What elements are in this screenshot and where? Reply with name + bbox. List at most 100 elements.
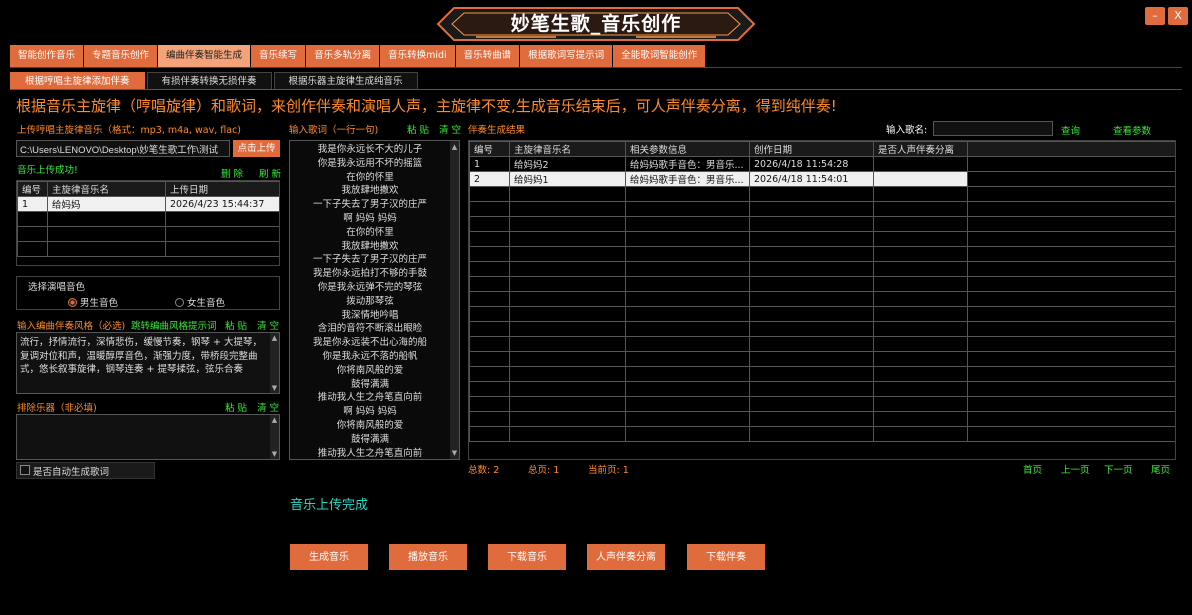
- lyrics-line: 推动我人生之舟笔直向前: [317, 447, 423, 459]
- prev-page-button[interactable]: 上一页: [1061, 462, 1090, 476]
- table-cell: [749, 261, 874, 277]
- table-cell: [873, 336, 968, 352]
- scroll-down-icon[interactable]: ▼: [450, 449, 459, 457]
- table-row[interactable]: [469, 261, 1175, 277]
- table-row[interactable]: [17, 211, 279, 227]
- table-cell: [873, 396, 968, 412]
- table-cell: 2026/4/23 15:44:37: [165, 196, 279, 212]
- query-button[interactable]: 查询: [1061, 123, 1080, 137]
- subtab-lossless[interactable]: 有损伴奏转换无损伴奏: [146, 72, 272, 90]
- table-row[interactable]: [469, 276, 1175, 292]
- song-name-input[interactable]: [933, 121, 1053, 136]
- upload-path-input[interactable]: [16, 140, 230, 157]
- table-cell: [873, 366, 968, 382]
- table-cell: [509, 231, 626, 247]
- tab-arrangement[interactable]: 编曲伴奏智能生成: [158, 45, 251, 67]
- play-music-button[interactable]: 播放音乐: [389, 544, 467, 570]
- table-row[interactable]: [17, 226, 279, 242]
- table-row[interactable]: [469, 246, 1175, 262]
- upload-button[interactable]: 点击上传: [233, 140, 280, 157]
- table-row[interactable]: [17, 241, 279, 257]
- table-cell: 1: [469, 156, 510, 172]
- table-cell: [625, 291, 750, 307]
- table-row[interactable]: [469, 351, 1175, 367]
- table-row[interactable]: [469, 231, 1175, 247]
- tab-midi[interactable]: 音乐转换midi: [380, 45, 455, 67]
- delete-button[interactable]: 删 除: [221, 166, 243, 180]
- tab-prompt[interactable]: 根据歌词写提示词: [520, 45, 613, 67]
- table-cell: [967, 276, 1175, 292]
- table-row[interactable]: [469, 366, 1175, 382]
- vocal-separation-button[interactable]: 人声伴奏分离: [587, 544, 665, 570]
- table-cell: [469, 381, 510, 397]
- table-row[interactable]: [469, 381, 1175, 397]
- tab-topic-create[interactable]: 专题音乐创作: [84, 45, 158, 67]
- table-cell: 给妈妈2: [509, 156, 626, 172]
- table-cell: [625, 261, 750, 277]
- table-cell: [625, 201, 750, 217]
- table-cell: [625, 186, 750, 202]
- scroll-down-icon[interactable]: ▼: [270, 450, 279, 458]
- tab-score[interactable]: 音乐转曲谱: [455, 45, 520, 67]
- lyrics-textarea[interactable]: 我是你永远长不大的儿子 你是我永远用不坏的摇篮 在你的怀里 我放肆地撒欢 一下子失去了男…: [289, 140, 460, 460]
- table-cell: [967, 231, 1175, 247]
- close-button[interactable]: X: [1168, 7, 1188, 25]
- lyrics-scrollbar[interactable]: [450, 141, 459, 459]
- minimize-button[interactable]: –: [1145, 7, 1165, 25]
- table-row[interactable]: [469, 186, 1175, 202]
- view-params-button[interactable]: 查看参数: [1113, 123, 1151, 137]
- table-cell: [749, 201, 874, 217]
- exclude-clear-button[interactable]: 清 空: [257, 400, 279, 414]
- table-cell: [873, 216, 968, 232]
- table-row[interactable]: [469, 321, 1175, 337]
- last-page-button[interactable]: 尾页: [1151, 462, 1170, 476]
- table-row[interactable]: [469, 306, 1175, 322]
- tab-continue[interactable]: 音乐续写: [251, 45, 306, 67]
- table-row[interactable]: 1 给妈妈2 给妈妈歌手音色：男音乐... 2026/4/18 11:54:28: [469, 156, 1175, 172]
- style-textarea[interactable]: 流行，抒情流行，深情悲伤，缓慢节奏，钢琴 + 大提琴，复调对位和声，温暖醇厚音色…: [16, 332, 280, 394]
- lyrics-clear-button[interactable]: 清 空: [439, 122, 461, 136]
- table-row[interactable]: [469, 336, 1175, 352]
- table-row[interactable]: 1 给妈妈 2026/4/23 15:44:37: [17, 196, 279, 212]
- voice-male-option[interactable]: 男生音色: [68, 295, 118, 309]
- next-page-button[interactable]: 下一页: [1104, 462, 1133, 476]
- tab-smart-create[interactable]: 智能创作音乐: [10, 45, 84, 67]
- scroll-up-icon[interactable]: ▲: [450, 143, 459, 151]
- lyrics-paste-button[interactable]: 粘 贴: [407, 122, 429, 136]
- table-cell: [469, 246, 510, 262]
- subtab-instrumental[interactable]: 根据乐器主旋律生成纯音乐: [273, 72, 418, 90]
- table-row[interactable]: [469, 291, 1175, 307]
- table-row[interactable]: [469, 201, 1175, 217]
- scroll-up-icon[interactable]: ▲: [270, 416, 279, 424]
- style-paste-button[interactable]: 粘 贴: [225, 318, 247, 332]
- auto-lyrics-checkbox[interactable]: [20, 465, 30, 475]
- tab-multitrack[interactable]: 音乐多轨分离: [306, 45, 380, 67]
- table-cell: [967, 351, 1175, 367]
- table-cell: [509, 351, 626, 367]
- table-cell: [873, 201, 968, 217]
- exclude-paste-button[interactable]: 粘 贴: [225, 400, 247, 414]
- table-cell: [873, 426, 968, 442]
- style-clear-button[interactable]: 清 空: [257, 318, 279, 332]
- table-row[interactable]: [469, 216, 1175, 232]
- table-cell: [873, 261, 968, 277]
- subtab-humming[interactable]: 根据哼唱主旋律添加伴奏: [10, 72, 145, 90]
- scroll-up-icon[interactable]: ▲: [270, 334, 279, 342]
- first-page-button[interactable]: 首页: [1023, 462, 1042, 476]
- table-row[interactable]: [469, 411, 1175, 427]
- download-accompaniment-button[interactable]: 下载伴奏: [687, 544, 765, 570]
- scroll-down-icon[interactable]: ▼: [270, 384, 279, 392]
- table-cell: [625, 231, 750, 247]
- exclude-textarea[interactable]: [16, 414, 280, 460]
- voice-female-option[interactable]: 女生音色: [175, 295, 225, 309]
- download-music-button[interactable]: 下载音乐: [488, 544, 566, 570]
- table-cell: [509, 186, 626, 202]
- refresh-button[interactable]: 刷 新: [259, 166, 281, 180]
- tab-lyrics-create[interactable]: 全能歌词智能创作: [613, 45, 706, 67]
- generate-music-button[interactable]: 生成音乐: [290, 544, 368, 570]
- table-cell: [749, 186, 874, 202]
- style-hint-link[interactable]: 跳转编曲风格提示词: [131, 318, 217, 332]
- table-row[interactable]: [469, 426, 1175, 442]
- table-row[interactable]: [469, 396, 1175, 412]
- table-row[interactable]: 2 给妈妈1 给妈妈歌手音色：男音乐... 2026/4/18 11:54:01: [469, 171, 1175, 187]
